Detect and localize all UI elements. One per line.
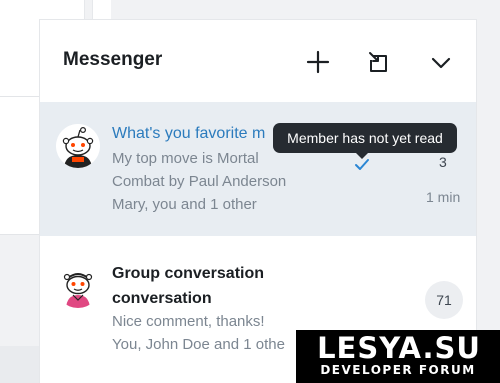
watermark-subtitle: DEVELOPER FORUM bbox=[320, 363, 476, 377]
checkmark-icon bbox=[355, 159, 369, 170]
background-card bbox=[92, 0, 111, 22]
conversation-title: What's you favorite m bbox=[112, 125, 266, 142]
avatar bbox=[56, 124, 100, 168]
message-preview: My top move is Mortal bbox=[112, 150, 259, 167]
timestamp: 1 min bbox=[426, 189, 461, 205]
new-conversation-button[interactable] bbox=[302, 46, 334, 78]
background-divider bbox=[0, 96, 40, 97]
conversation-title: Group conversation bbox=[112, 265, 265, 282]
chevron-down-icon bbox=[431, 57, 451, 69]
message-count-badge: 71 bbox=[425, 281, 463, 319]
conversation-title: conversation bbox=[112, 290, 212, 307]
snoo-avatar-icon bbox=[56, 264, 100, 308]
read-status-tooltip: Member has not yet read bbox=[273, 123, 457, 153]
messenger-header: Messenger bbox=[40, 20, 476, 102]
unread-count: 3 bbox=[439, 154, 447, 170]
open-in-new-window-icon bbox=[369, 52, 387, 72]
watermark-logo: LESYA.SU DEVELOPER FORUM bbox=[296, 330, 500, 383]
avatar bbox=[56, 264, 100, 308]
message-preview: Combat by Paul Anderson bbox=[112, 173, 287, 190]
messenger-panel: Messenger What's you favorite m My top m… bbox=[40, 20, 476, 383]
tooltip-arrow bbox=[356, 153, 368, 159]
background-divider bbox=[0, 234, 40, 235]
message-preview: Nice comment, thanks! bbox=[112, 313, 265, 330]
plus-icon bbox=[306, 50, 330, 74]
snoo-avatar-icon bbox=[56, 124, 100, 168]
watermark-name: LESYA.SU bbox=[317, 331, 481, 365]
conversation-participants: You, John Doe and 1 othe bbox=[112, 336, 285, 353]
messenger-title: Messenger bbox=[63, 49, 163, 70]
popout-button[interactable] bbox=[363, 46, 395, 78]
conversation-participants: Mary, you and 1 other bbox=[112, 196, 257, 213]
background-strip bbox=[0, 346, 40, 383]
collapse-button[interactable] bbox=[425, 46, 457, 78]
